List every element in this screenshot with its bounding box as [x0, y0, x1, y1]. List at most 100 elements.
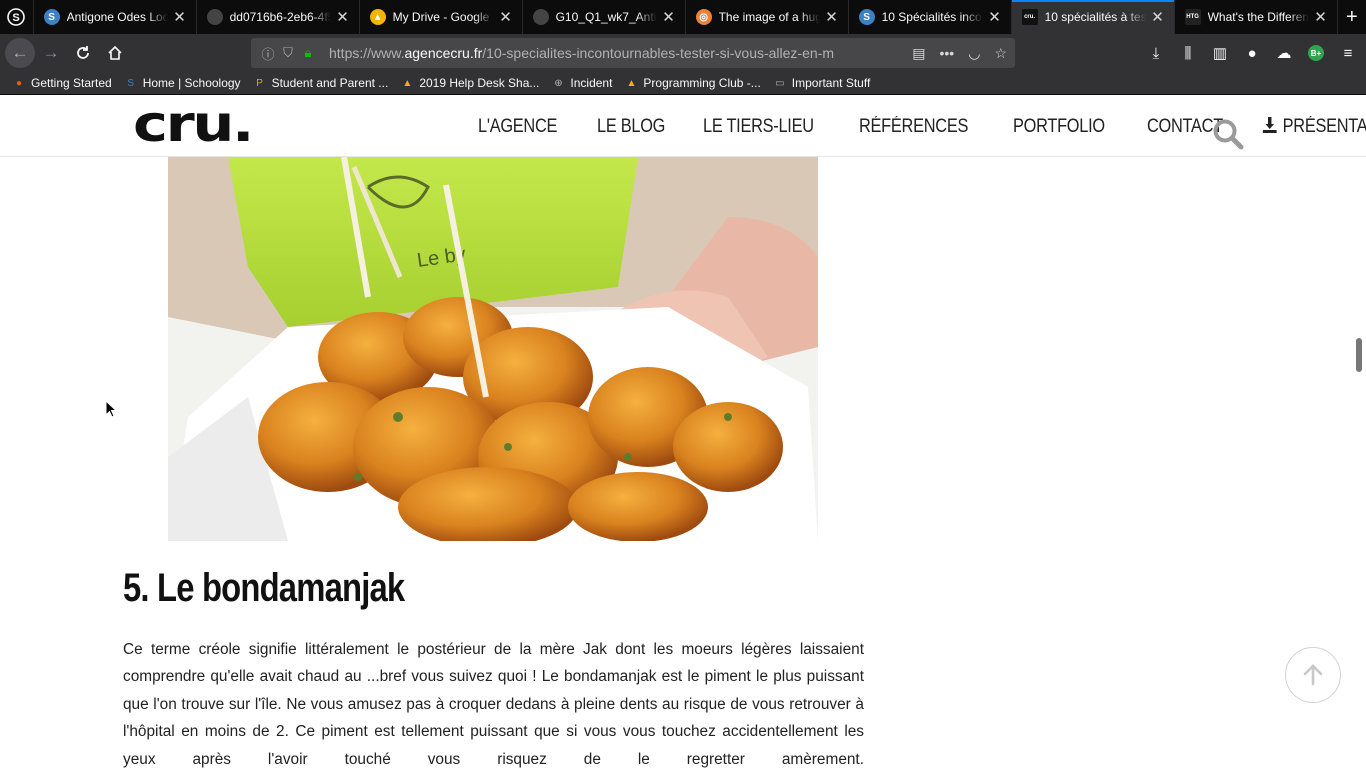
bookmark-item[interactable]: ▲ 2019 Help Desk Sha... [400, 76, 539, 90]
tab-favicon-icon [532, 9, 549, 25]
tab-close-icon[interactable]: ✕ [1313, 8, 1329, 26]
svg-text:S: S [13, 12, 20, 24]
back-to-top-button[interactable] [1285, 647, 1341, 703]
home-button[interactable] [99, 37, 131, 69]
tab-title: What's the Differen [1207, 10, 1309, 24]
extension-badge[interactable]: B+ [1304, 37, 1328, 69]
tab-title: My Drive - Google D [392, 10, 494, 24]
tab-close-icon[interactable]: ✕ [172, 8, 188, 26]
bookmark-label: Programming Club -... [643, 76, 761, 90]
bookmark-label: 2019 Help Desk Sha... [419, 76, 540, 90]
powerschool-icon: P [256, 77, 263, 89]
url-text[interactable]: https://www.agencecru.fr/10-specialites-… [329, 45, 902, 61]
bookmark-item[interactable]: ● Getting Started [12, 76, 112, 90]
navigation-toolbar: ← → ⓘ ⛉ 🔒︎ https://www.agencecru.fr/10-s… [0, 34, 1366, 72]
tab-favicon-icon: S [858, 9, 875, 25]
tab-favicon-icon [206, 9, 223, 25]
extension-cloud-icon[interactable]: ☁ [1272, 37, 1296, 69]
tab-close-icon[interactable]: ✕ [661, 8, 677, 26]
menu-item-presentation[interactable]: PRÉSENTATION [1262, 116, 1366, 138]
bookmarks-toolbar: ● Getting Started S Home | Schoology P Studen… [0, 72, 1366, 95]
bookmark-item[interactable]: ⊕ Incident [551, 76, 612, 90]
bookmark-label: Student and Parent ... [271, 76, 389, 90]
tab-title: Antigone Odes Loo [66, 10, 168, 24]
tab-close-icon[interactable]: ✕ [498, 8, 514, 26]
browser-tab[interactable]: S 10 Spécialités incon ✕ [849, 0, 1012, 34]
google-drive-icon: ▲ [626, 77, 637, 89]
bookmark-label: Home | Schoology [142, 76, 241, 90]
tab-favicon-icon: ▲ [369, 9, 386, 25]
tab-favicon-icon: cru. [1021, 9, 1038, 25]
menu-hamburger-icon[interactable]: ≡ [1336, 37, 1360, 69]
tab-close-icon[interactable]: ✕ [335, 8, 351, 26]
menu-item-agence[interactable]: L'AGENCE [478, 116, 557, 138]
url-bar[interactable]: ⓘ ⛉ 🔒︎ https://www.agencecru.fr/10-speci… [251, 38, 1015, 68]
downloads-icon[interactable]: ⤓ [1144, 37, 1168, 69]
search-icon[interactable] [1212, 118, 1244, 150]
arrow-up-icon [1303, 664, 1323, 686]
tab-favicon-icon: HTG [1184, 9, 1201, 25]
forward-button[interactable]: → [35, 37, 67, 69]
article-heading: 5. Le bondamanjak [123, 566, 405, 610]
browser-tab[interactable]: HTG What's the Differen ✕ [1175, 0, 1338, 34]
menu-item-portfolio[interactable]: PORTFOLIO [1013, 116, 1105, 138]
schoology-icon: S [7, 8, 26, 26]
schoology-icon: S [127, 77, 135, 89]
tab-title: G10_Q1_wk7_Antigone.p [555, 10, 657, 24]
menu-item-references[interactable]: RÉFÉRENCES [859, 116, 968, 138]
bookmark-item[interactable]: ▭ Important Stuff [773, 76, 871, 90]
tab-close-icon[interactable]: ✕ [1150, 8, 1166, 26]
bookmark-label: Getting Started [31, 76, 112, 90]
tab-title: dd0716b6-2eb6-4f50- [229, 10, 331, 24]
tab-title: The image of a hug [718, 10, 820, 24]
globe-icon: ⊕ [554, 77, 563, 89]
home-icon [108, 45, 122, 60]
new-tab-button[interactable]: + [1338, 0, 1366, 34]
reload-button[interactable] [67, 37, 99, 69]
browser-tab[interactable]: dd0716b6-2eb6-4f50- ✕ [197, 0, 360, 34]
browser-tab[interactable]: ◎ The image of a hug ✕ [686, 0, 849, 34]
menu-item-tiers-lieu[interactable]: LE TIERS-LIEU [703, 116, 814, 138]
tab-favicon-icon: S [43, 9, 60, 25]
tab-close-icon[interactable]: ✕ [824, 8, 840, 26]
article-paragraph: Ce terme créole signifie littéralement l… [123, 641, 864, 768]
account-icon[interactable]: ● [1240, 37, 1264, 69]
lock-icon[interactable]: 🔒︎ [299, 45, 317, 61]
tab-title: 10 Spécialités incon [881, 10, 983, 24]
pocket-icon[interactable]: ◡ [968, 45, 980, 62]
folder-icon: ▭ [775, 77, 785, 89]
bookmark-star-icon[interactable]: ☆ [994, 45, 1007, 62]
tracking-shield-icon[interactable]: ⛉ [279, 45, 297, 61]
browser-tab[interactable]: G10_Q1_wk7_Antigone.p ✕ [523, 0, 686, 34]
firefox-icon: ● [15, 77, 23, 89]
info-icon[interactable]: ⓘ [259, 44, 277, 63]
bookmark-label: Incident [570, 76, 613, 90]
tab-favicon-icon: ◎ [695, 9, 712, 25]
google-drive-icon: ▲ [402, 77, 413, 89]
browser-tab[interactable]: cru. 10 spécialités à tes ✕ [1011, 0, 1175, 34]
page-actions-icon[interactable]: ••• [940, 45, 955, 62]
bookmark-label: Important Stuff [791, 76, 871, 90]
sidebar-icon[interactable]: ▥ [1208, 37, 1232, 69]
download-icon [1262, 116, 1277, 133]
reload-icon [77, 46, 89, 59]
mouse-cursor-icon [105, 400, 117, 418]
site-logo[interactable]: cru. [133, 99, 254, 149]
menu-item-blog[interactable]: LE BLOG [597, 116, 665, 138]
library-icon[interactable]: ⫼ [1176, 37, 1200, 69]
site-header: cru. L'AGENCE LE BLOG LE TIERS-LIEU RÉFÉ… [0, 96, 1366, 157]
article-image-accras: Le by [168, 157, 818, 541]
tab-strip: S SAntigone Odes Loo✕dd0716b6-2eb6-4f50-… [0, 0, 1366, 34]
tab-close-icon[interactable]: ✕ [987, 8, 1003, 26]
reader-view-icon[interactable]: ▤ [912, 45, 925, 62]
bookmark-item[interactable]: P Student and Parent ... [253, 76, 389, 90]
page-scrollbar-thumb[interactable] [1356, 338, 1362, 372]
tab-title: 10 spécialités à tes [1044, 10, 1146, 24]
menu-item-presentation-label: PRÉSENTATION [1282, 115, 1366, 137]
back-button[interactable]: ← [5, 38, 35, 68]
browser-tab[interactable]: ▲ My Drive - Google D ✕ [360, 0, 523, 34]
bookmark-item[interactable]: S Home | Schoology [124, 76, 241, 90]
bookmark-item[interactable]: ▲ Programming Club -... [624, 76, 760, 90]
pinned-tab-schoology[interactable]: S [0, 0, 34, 34]
browser-tab[interactable]: S Antigone Odes Loo ✕ [34, 0, 197, 34]
